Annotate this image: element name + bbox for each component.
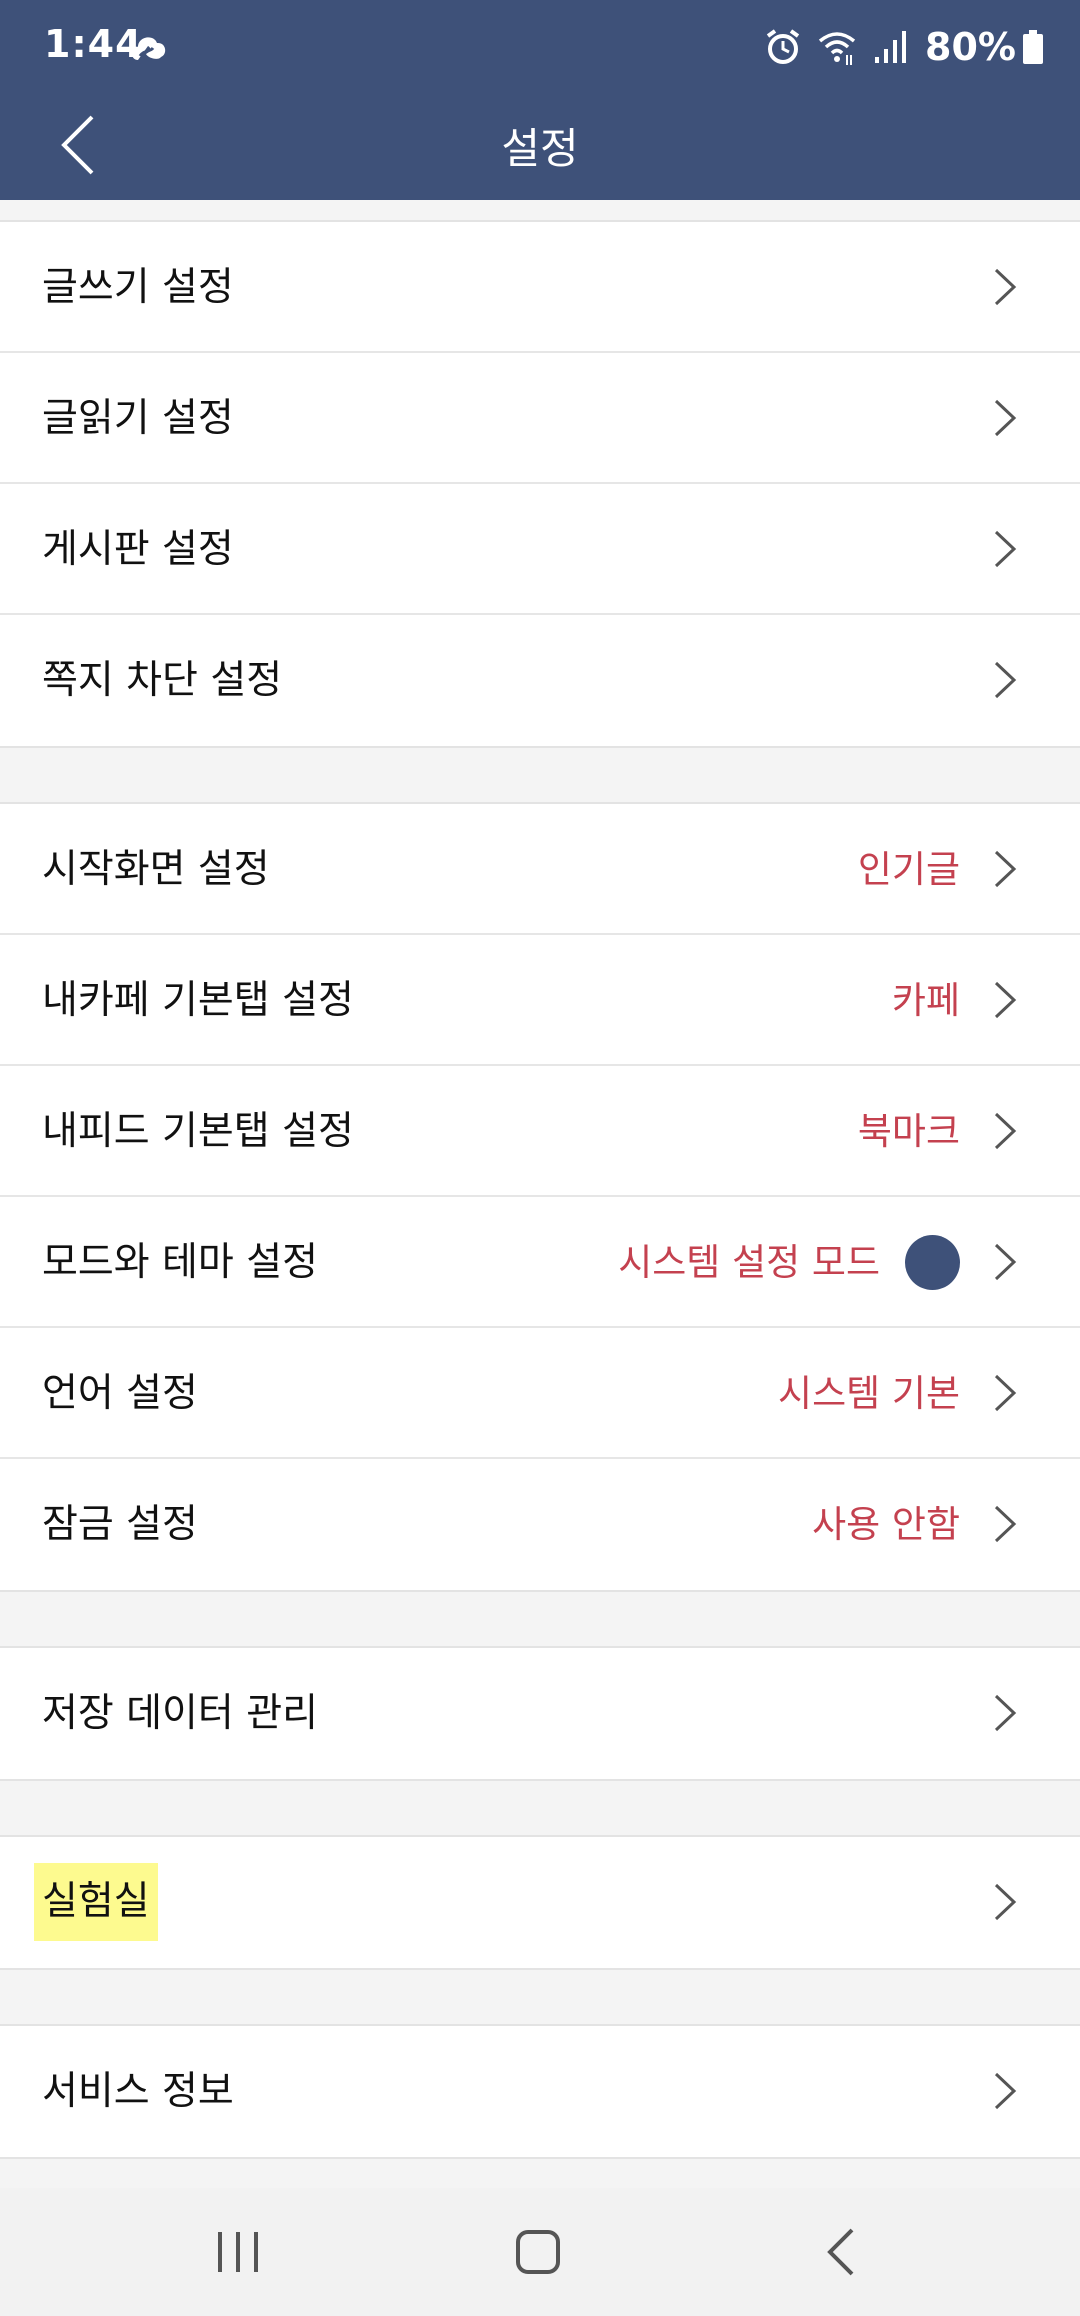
settings-row-myfeed-tab[interactable]: 내피드 기본탭 설정 북마크 bbox=[0, 1066, 1080, 1197]
section-gap bbox=[0, 1970, 1080, 2024]
row-label: 글쓰기 설정 bbox=[42, 265, 234, 310]
row-label-wrap: 실험실 bbox=[34, 1837, 158, 1941]
page-title: 설정 bbox=[501, 124, 579, 173]
back-icon[interactable] bbox=[810, 2220, 874, 2284]
chevron-right-icon bbox=[994, 981, 1017, 1019]
chevron-right-icon bbox=[994, 661, 1017, 699]
settings-row-start-screen[interactable]: 시작화면 설정 인기글 bbox=[0, 804, 1080, 935]
row-value: 북마크 bbox=[857, 1110, 960, 1153]
title-bar: 설정 bbox=[0, 95, 1080, 200]
chevron-right-icon bbox=[994, 1374, 1017, 1412]
settings-row-lab[interactable]: 실험실 bbox=[0, 1837, 1080, 1968]
battery-icon bbox=[1023, 30, 1043, 64]
row-label: 게시판 설정 bbox=[42, 527, 234, 572]
settings-group-3: 저장 데이터 관리 bbox=[0, 1646, 1080, 1781]
row-label: 서비스 정보 bbox=[42, 2069, 234, 2114]
row-label: 내피드 기본탭 설정 bbox=[42, 1109, 354, 1154]
cloud-icon bbox=[132, 37, 166, 60]
settings-group-2: 시작화면 설정 인기글 내카페 기본탭 설정 카페 내피드 기본탭 설정 북마크… bbox=[0, 802, 1080, 1592]
battery-percent: 80% bbox=[925, 25, 1016, 69]
row-value: 사용 안함 bbox=[812, 1503, 960, 1546]
settings-row-board[interactable]: 게시판 설정 bbox=[0, 484, 1080, 615]
signal-icon bbox=[875, 31, 907, 63]
row-label: 모드와 테마 설정 bbox=[42, 1240, 318, 1285]
recent-apps-icon[interactable] bbox=[206, 2220, 270, 2284]
settings-row-storage[interactable]: 저장 데이터 관리 bbox=[0, 1648, 1080, 1779]
row-value: 시스템 설정 모드 bbox=[618, 1241, 880, 1284]
row-label: 쪽지 차단 설정 bbox=[42, 658, 283, 703]
highlighted-label: 실험실 bbox=[34, 1863, 158, 1941]
status-bar: 1:44 80% bbox=[0, 0, 1080, 95]
section-gap bbox=[0, 1592, 1080, 1646]
settings-group-1: 글쓰기 설정 글읽기 설정 게시판 설정 쪽지 차단 설정 bbox=[0, 220, 1080, 748]
settings-row-lock[interactable]: 잠금 설정 사용 안함 bbox=[0, 1459, 1080, 1590]
chevron-right-icon bbox=[994, 530, 1017, 568]
row-label: 언어 설정 bbox=[42, 1371, 198, 1416]
chevron-right-icon bbox=[994, 1694, 1017, 1732]
theme-color-dot bbox=[905, 1235, 960, 1290]
status-icons: 80% bbox=[749, 22, 1044, 72]
settings-row-service-info[interactable]: 서비스 정보 bbox=[0, 2026, 1080, 2157]
row-value: 카페 bbox=[891, 979, 960, 1022]
settings-row-write[interactable]: 글쓰기 설정 bbox=[0, 222, 1080, 353]
settings-row-language[interactable]: 언어 설정 시스템 기본 bbox=[0, 1328, 1080, 1459]
settings-row-mode-theme[interactable]: 모드와 테마 설정 시스템 설정 모드 bbox=[0, 1197, 1080, 1328]
settings-group-5: 서비스 정보 bbox=[0, 2024, 1080, 2159]
settings-group-4: 실험실 bbox=[0, 1835, 1080, 1970]
chevron-right-icon bbox=[994, 1505, 1017, 1543]
section-gap bbox=[0, 748, 1080, 802]
chevron-right-icon bbox=[994, 1112, 1017, 1150]
row-label: 저장 데이터 관리 bbox=[42, 1691, 318, 1736]
chevron-right-icon bbox=[994, 268, 1017, 306]
wifi-icon bbox=[818, 32, 856, 65]
settings-list: 글쓰기 설정 글읽기 설정 게시판 설정 쪽지 차단 설정 시작화면 설정 인기… bbox=[0, 200, 1080, 2159]
settings-row-mycafe-tab[interactable]: 내카페 기본탭 설정 카페 bbox=[0, 935, 1080, 1066]
section-gap bbox=[0, 1781, 1080, 1835]
row-value: 시스템 기본 bbox=[778, 1372, 960, 1415]
home-icon[interactable] bbox=[506, 2220, 570, 2284]
row-label: 시작화면 설정 bbox=[42, 847, 270, 892]
row-label: 내카페 기본탭 설정 bbox=[42, 978, 354, 1023]
chevron-right-icon bbox=[994, 1883, 1017, 1921]
row-label: 글읽기 설정 bbox=[42, 396, 234, 441]
chevron-right-icon bbox=[994, 850, 1017, 888]
app-header: 1:44 80% 설정 bbox=[0, 0, 1080, 200]
chevron-right-icon bbox=[994, 399, 1017, 437]
chevron-right-icon bbox=[994, 1243, 1017, 1281]
alarm-icon bbox=[766, 29, 800, 64]
settings-row-message-block[interactable]: 쪽지 차단 설정 bbox=[0, 615, 1080, 746]
row-label: 잠금 설정 bbox=[42, 1502, 198, 1547]
top-gap bbox=[0, 200, 1080, 220]
row-value: 인기글 bbox=[857, 848, 960, 891]
settings-row-read[interactable]: 글읽기 설정 bbox=[0, 353, 1080, 484]
chevron-right-icon bbox=[994, 2072, 1017, 2110]
system-nav-bar bbox=[0, 2188, 1080, 2316]
